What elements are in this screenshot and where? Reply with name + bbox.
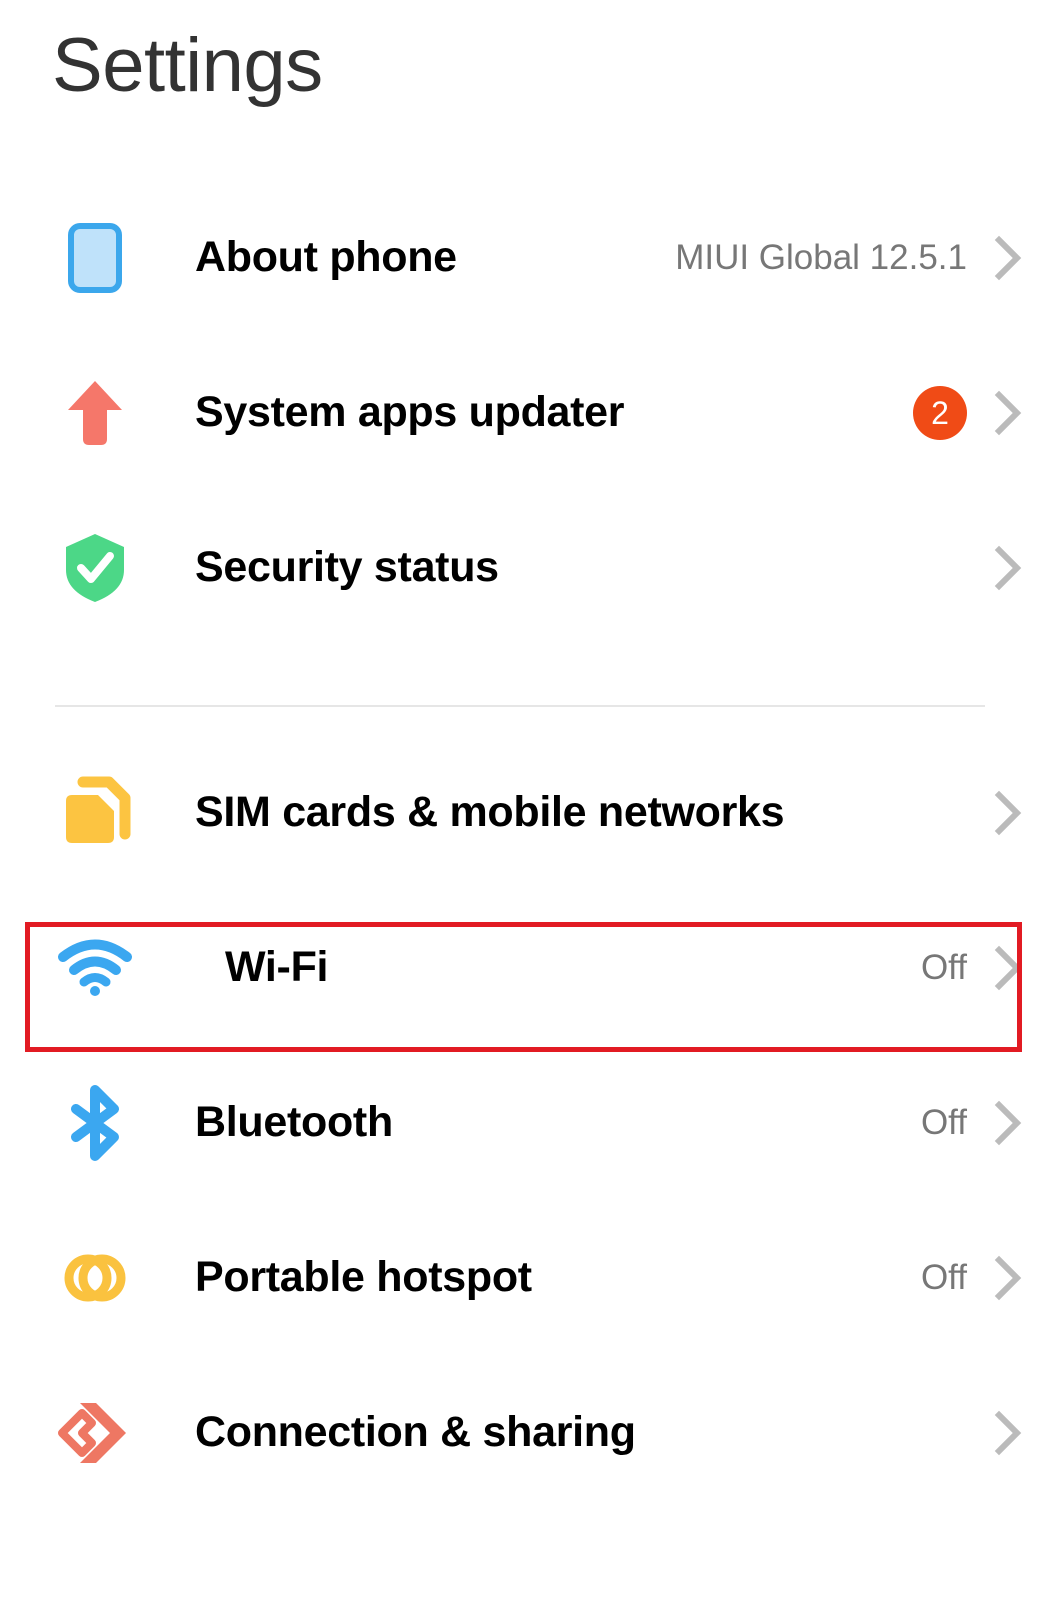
chevron-right-icon	[993, 545, 1023, 591]
settings-row-label: Security status	[195, 543, 499, 591]
settings-row-security-status[interactable]: Security status	[0, 490, 1053, 645]
wifi-icon	[55, 928, 135, 1008]
settings-row-trailing: Off	[921, 1100, 1023, 1146]
settings-row-trailing	[993, 790, 1023, 836]
settings-row-trailing: Off	[921, 1255, 1023, 1301]
hotspot-value: Off	[920, 1257, 967, 1297]
settings-row-label: Portable hotspot	[195, 1253, 532, 1301]
chevron-right-icon	[993, 1100, 1023, 1146]
settings-row-label: About phone	[195, 233, 457, 281]
connectivity-group: SIM cards & mobile networks Wi-Fi Off Bl…	[0, 645, 1053, 1510]
settings-row-label: Connection & sharing	[195, 1408, 636, 1456]
settings-list: About phone MIUI Global 12.5.1 System ap…	[0, 180, 1053, 1510]
bluetooth-value: Off	[920, 1102, 967, 1142]
connection-sharing-icon	[55, 1393, 135, 1473]
chevron-right-icon	[993, 790, 1023, 836]
bluetooth-icon	[55, 1083, 135, 1163]
settings-row-trailing: Off	[921, 945, 1023, 991]
chevron-right-icon	[993, 235, 1023, 281]
settings-row-label: System apps updater	[195, 388, 625, 436]
settings-row-wifi[interactable]: Wi-Fi Off	[0, 890, 1053, 1045]
settings-row-label: Bluetooth	[195, 1098, 393, 1146]
chevron-right-icon	[993, 1410, 1023, 1456]
page-title: Settings	[52, 23, 323, 108]
shield-check-icon	[55, 528, 135, 608]
sim-cards-icon	[55, 773, 135, 853]
phone-icon	[55, 218, 135, 298]
settings-row-trailing: MIUI Global 12.5.1	[675, 235, 1023, 281]
up-arrow-icon	[55, 373, 135, 453]
settings-row-label: SIM cards & mobile networks	[195, 788, 785, 836]
status-badge: 2	[913, 385, 967, 440]
settings-row-system-apps-updater[interactable]: System apps updater 2	[0, 335, 1053, 490]
chevron-right-icon	[993, 1255, 1023, 1301]
settings-row-bluetooth[interactable]: Bluetooth Off	[0, 1045, 1053, 1200]
chevron-right-icon	[993, 945, 1023, 991]
about-phone-value: MIUI Global 12.5.1	[675, 237, 967, 277]
hotspot-icon	[55, 1238, 135, 1318]
settings-row-sim-cards-mobile-networks[interactable]: SIM cards & mobile networks	[0, 735, 1053, 890]
settings-row-portable-hotspot[interactable]: Portable hotspot Off	[0, 1200, 1053, 1355]
chevron-right-icon	[993, 390, 1023, 436]
settings-row-label: Wi-Fi	[225, 943, 329, 991]
settings-row-trailing	[993, 1410, 1023, 1456]
wifi-value: Off	[920, 947, 967, 987]
settings-row-about-phone[interactable]: About phone MIUI Global 12.5.1	[0, 180, 1053, 335]
settings-row-trailing: 2	[913, 385, 1023, 440]
settings-row-connection-sharing[interactable]: Connection & sharing	[0, 1355, 1053, 1510]
device-group: About phone MIUI Global 12.5.1 System ap…	[0, 180, 1053, 707]
settings-row-trailing	[993, 545, 1023, 591]
